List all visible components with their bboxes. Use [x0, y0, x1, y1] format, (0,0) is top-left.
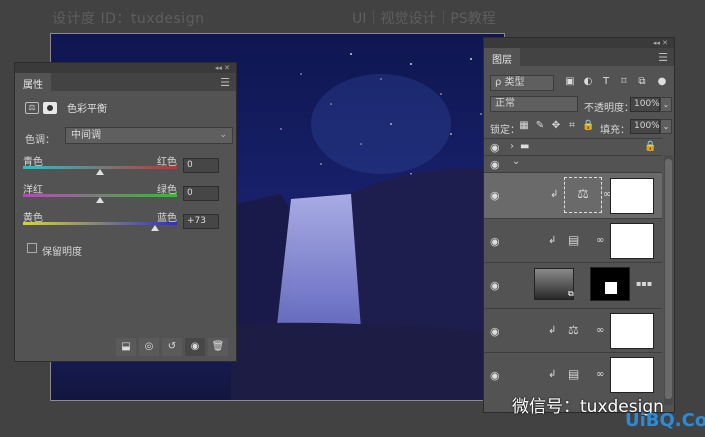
layer-levels[interactable]: ◉ ↲ ▤ ∞	[484, 218, 662, 262]
tone-label: 色调：	[25, 135, 55, 146]
layer-subgroup-row[interactable]: ◉ ⌄	[484, 155, 662, 172]
lock-icon: 🔒	[644, 141, 657, 152]
link-icon[interactable]: ∞	[596, 325, 604, 336]
eye-icon[interactable]: ◉	[490, 235, 500, 248]
clip-arrow-icon: ↲	[548, 369, 557, 380]
smart-object-icon: ⧉	[568, 289, 574, 298]
tone-select-value: 中间调	[71, 130, 101, 141]
fill-input[interactable]: 100%	[630, 119, 660, 134]
slider-yellow-blue-thumb[interactable]	[151, 225, 160, 231]
eye-icon[interactable]: ◉	[490, 141, 500, 154]
visibility-icon[interactable]: ◉	[185, 338, 205, 356]
clip-arrow-icon: ↲	[548, 325, 557, 336]
chevron-right-icon[interactable]: ›	[510, 141, 514, 152]
layer-mask-thumbnail[interactable]	[610, 313, 654, 349]
clip-arrow-icon: ↲	[548, 235, 557, 246]
filter-kind-value: ρ 类型	[495, 77, 525, 88]
adjustment-filter-icon[interactable]: ◐	[582, 76, 594, 88]
opacity-input[interactable]: 100%	[630, 97, 660, 112]
slider-magenta-green-value[interactable]: 0	[183, 186, 219, 201]
chevron-down-icon[interactable]: ⌄	[512, 156, 520, 167]
type-filter-icon[interactable]: T	[600, 76, 612, 88]
layers-panel: ◂◂ ✕ 图层 ☰ ρ 类型 ▣ ◐ T ⌑ ⧉ ● 正常 不透明度： 100%…	[483, 37, 675, 413]
layer-mask-thumbnail[interactable]	[610, 357, 654, 393]
lock-all-icon[interactable]: 🔒	[582, 120, 594, 132]
preserve-luminosity-checkbox[interactable]	[27, 243, 37, 253]
view-previous-icon[interactable]: ◎	[139, 338, 159, 356]
fill-dropdown[interactable]: ⌄	[660, 119, 672, 134]
preserve-luminosity-label: 保留明度	[42, 247, 82, 258]
filter-kind-select[interactable]: ρ 类型	[490, 75, 554, 91]
properties-panel: ◂◂ ✕ 属性 ☰ ⚖ 色彩平衡 色调： 中间调 ⌄ 青色 红色 0 洋红 绿色…	[14, 62, 237, 362]
chevron-down-icon: ⌄	[219, 130, 227, 140]
adjustment-title: 色彩平衡	[67, 104, 107, 115]
layers-collapse-strip[interactable]: ◂◂ ✕	[484, 38, 674, 48]
trash-icon[interactable]: 🗑	[208, 338, 228, 356]
eye-icon[interactable]: ◉	[490, 189, 500, 202]
eye-icon[interactable]: ◉	[490, 325, 500, 338]
layers-menu-icon[interactable]: ☰	[658, 51, 668, 64]
eye-icon[interactable]: ◉	[490, 279, 500, 292]
tab-layers[interactable]: 图层	[484, 48, 520, 66]
site-watermark: UiBQ.CoM	[625, 410, 705, 431]
mask-icon[interactable]	[43, 101, 57, 114]
layer-mask-thumbnail[interactable]	[610, 223, 654, 259]
layer-mask-thumbnail[interactable]	[610, 178, 654, 214]
watermark-right: UI｜视觉设计｜PS教程	[352, 11, 496, 27]
filter-toggle-icon[interactable]: ●	[656, 76, 668, 88]
lock-label: 锁定：	[490, 125, 520, 136]
slider-magenta-green-thumb[interactable]	[96, 197, 104, 203]
properties-footer: ⬓ ◎ ↺ ◉ 🗑	[15, 335, 236, 359]
pixel-filter-icon[interactable]: ▣	[564, 76, 576, 88]
eye-icon[interactable]: ◉	[490, 158, 500, 171]
color-balance-icon[interactable]: ⚖	[564, 177, 602, 213]
blend-mode-value: 正常	[495, 98, 515, 109]
lock-transparent-icon[interactable]: ▦	[518, 120, 530, 132]
layer-color-balance-selected[interactable]: ◉ ↲ ⚖ ∞	[484, 172, 662, 218]
lock-artboard-icon[interactable]: ⌗	[566, 120, 578, 132]
layer-waterfall-image[interactable]: ◉ ⧉ ▪▪▪	[484, 262, 662, 308]
color-balance-icon: ⚖	[25, 101, 39, 114]
slider-yellow-blue-value[interactable]: +73	[183, 214, 219, 229]
shape-filter-icon[interactable]: ⌑	[618, 76, 630, 88]
levels-icon[interactable]: ▤	[568, 233, 579, 247]
reset-icon[interactable]: ↺	[162, 338, 182, 356]
lock-image-icon[interactable]: ✎	[534, 120, 546, 132]
fill-label: 填充：	[600, 125, 630, 136]
link-icon[interactable]: ∞	[596, 235, 604, 246]
clip-arrow-icon: ↲	[550, 189, 559, 200]
tone-select[interactable]: 中间调 ⌄	[65, 127, 233, 144]
panel-collapse-strip[interactable]: ◂◂ ✕	[15, 63, 236, 73]
blend-mode-select[interactable]: 正常	[490, 96, 578, 112]
watermark-left: 设计度 ID：tuxdesign	[52, 11, 205, 27]
levels-icon[interactable]: ▤	[568, 367, 579, 381]
clip-icon[interactable]: ⬓	[116, 338, 136, 356]
slider-cyan-red-thumb[interactable]	[96, 169, 104, 175]
slider-cyan-red-value[interactable]: 0	[183, 158, 219, 173]
opacity-dropdown[interactable]: ⌄	[660, 97, 672, 112]
opacity-label: 不透明度：	[584, 103, 634, 114]
layer-color-balance[interactable]: ◉ ↲ ⚖ ∞	[484, 308, 662, 352]
folder-icon: ▬	[520, 141, 530, 152]
mask-thumbnail[interactable]	[590, 267, 630, 301]
smart-object-filter-icon[interactable]: ⧉	[636, 76, 648, 88]
lock-position-icon[interactable]: ✥	[550, 120, 562, 132]
color-balance-icon[interactable]: ⚖	[568, 323, 579, 337]
panel-menu-icon[interactable]: ☰	[220, 76, 230, 89]
tab-properties[interactable]: 属性	[15, 73, 51, 91]
layers-scrollbar[interactable]	[664, 155, 673, 405]
eye-icon[interactable]: ◉	[490, 369, 500, 382]
more-icon: ▪▪▪	[636, 279, 653, 288]
link-icon[interactable]: ∞	[596, 369, 604, 380]
layer-levels-2[interactable]: ◉ ↲ ▤ ∞	[484, 352, 662, 396]
layer-group-row[interactable]: ◉ › ▬ 🔒	[484, 138, 662, 155]
